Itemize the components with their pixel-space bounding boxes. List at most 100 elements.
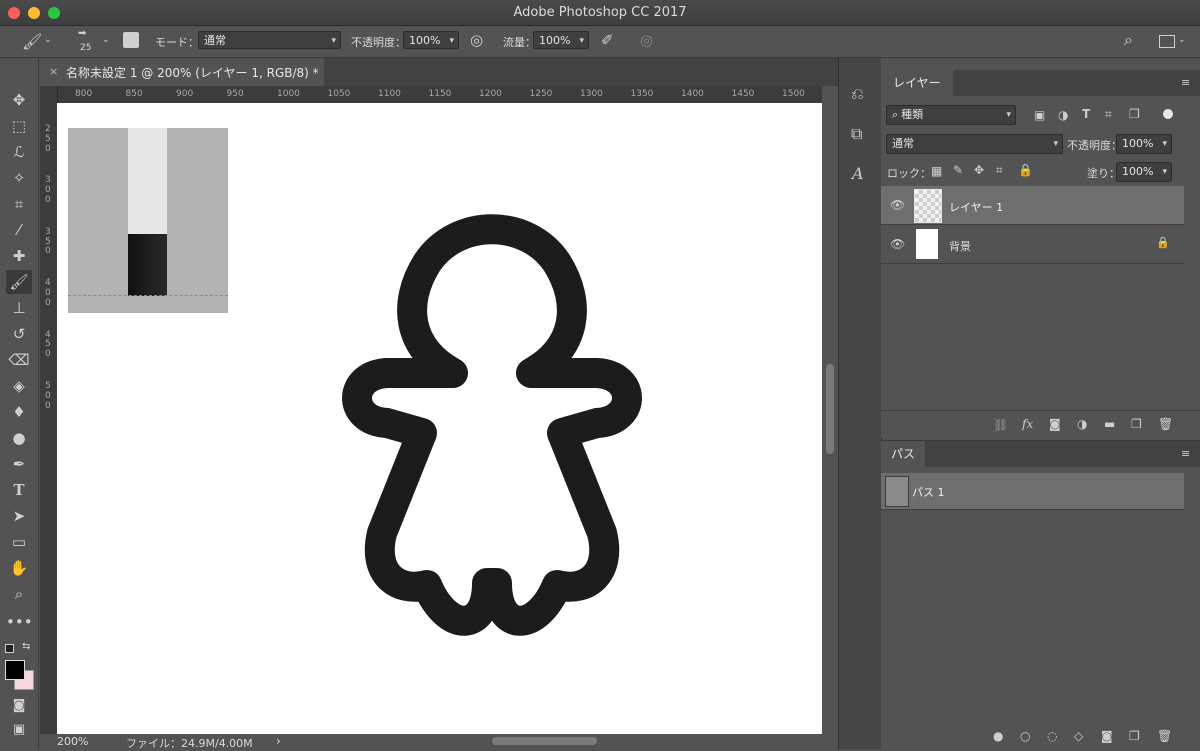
document-tab[interactable]: × 名称未設定 1 @ 200% (レイヤー 1, RGB/8) * bbox=[40, 58, 324, 86]
brush-icon[interactable]: 🖌 bbox=[22, 32, 42, 51]
fill-path-icon[interactable]: ● bbox=[993, 729, 1003, 743]
make-work-path-icon[interactable]: ◇ bbox=[1074, 729, 1083, 743]
lock-icon: 🔒 bbox=[1156, 236, 1170, 249]
filter-pixel-icon[interactable]: ▣ bbox=[1034, 108, 1045, 122]
vertical-ruler[interactable]: 250300350400450500 bbox=[40, 86, 58, 734]
brush-tip-icon[interactable]: ➡ bbox=[78, 28, 86, 39]
fx-icon[interactable]: fx bbox=[1022, 417, 1033, 431]
eraser-tool-icon[interactable]: ⌫ bbox=[6, 348, 32, 372]
panel-menu-icon[interactable]: ≡ bbox=[1181, 76, 1190, 89]
quick-mask-icon[interactable]: ◙ bbox=[6, 694, 32, 718]
path-row[interactable]: パス 1 bbox=[881, 473, 1184, 510]
layer-filter-select[interactable]: ⌕ 種類 ▾ bbox=[886, 105, 1016, 125]
hand-tool-icon[interactable]: ✋ bbox=[6, 556, 32, 580]
stamp-tool-icon[interactable]: ⊥ bbox=[6, 296, 32, 320]
blur-tool-icon[interactable]: ♦ bbox=[6, 400, 32, 424]
load-selection-icon[interactable]: ◌ bbox=[1047, 729, 1057, 743]
workspace-icon[interactable] bbox=[1159, 35, 1175, 48]
horizontal-ruler[interactable]: 800 850 900 950 1000 1050 1100 1150 1200 1250 1300… bbox=[57, 86, 822, 104]
screen-mode-icon[interactable]: ▣ bbox=[6, 718, 32, 742]
vertical-scrollbar[interactable] bbox=[822, 86, 838, 734]
brush-panel-icon[interactable] bbox=[123, 32, 139, 48]
chevron-down-icon[interactable]: ⌄ bbox=[1178, 35, 1186, 45]
new-path-icon[interactable]: ❐ bbox=[1129, 729, 1140, 743]
document-canvas[interactable] bbox=[57, 103, 822, 734]
lock-image-icon[interactable]: ✎ bbox=[953, 163, 963, 177]
lock-position-icon[interactable]: ✥ bbox=[974, 163, 984, 177]
marquee-tool-icon[interactable]: ⬚ bbox=[6, 114, 32, 138]
ruler-tick-label: 1400 bbox=[681, 89, 704, 99]
adjustment-layer-icon[interactable]: ◑ bbox=[1077, 417, 1087, 431]
ruler-tick-label: 950 bbox=[226, 89, 244, 99]
search-icon[interactable]: ⌕ bbox=[1124, 30, 1133, 50]
move-tool-icon[interactable]: ✥ bbox=[6, 88, 32, 112]
default-colors-icon[interactable] bbox=[5, 644, 14, 653]
filter-type-icon[interactable]: T bbox=[1082, 107, 1090, 121]
panel-menu-icon[interactable]: ≡ bbox=[1181, 447, 1190, 460]
horizontal-scroll-thumb[interactable] bbox=[492, 737, 597, 745]
dodge-tool-icon[interactable]: ● bbox=[6, 426, 32, 450]
type-tool-icon[interactable]: T bbox=[6, 478, 32, 502]
mode-select[interactable]: 通常 ▾ bbox=[198, 31, 341, 49]
pen-tool-icon[interactable]: ✒ bbox=[6, 452, 32, 476]
paths-footer: ● ○ ◌ ◇ ◙ ❐ 🗑 bbox=[881, 724, 1200, 750]
filter-shape-icon[interactable]: ⌗ bbox=[1105, 107, 1112, 122]
pressure-opacity-icon[interactable]: ◎ bbox=[470, 31, 483, 49]
eyedropper-tool-icon[interactable]: ⁄ bbox=[6, 218, 32, 242]
swap-colors-icon[interactable]: ⇆ bbox=[22, 641, 30, 652]
paint-bucket-tool-icon[interactable]: ◈ bbox=[6, 374, 32, 398]
zoom-level[interactable]: 200% bbox=[57, 735, 88, 748]
ruler-tick-label: 1450 bbox=[731, 89, 755, 99]
ruler-tick-label: 4 bbox=[45, 278, 51, 289]
more-tools-icon[interactable]: ••• bbox=[6, 610, 33, 634]
flow-input[interactable]: 100% ▾ bbox=[533, 31, 589, 49]
stroke-path-icon[interactable]: ○ bbox=[1020, 729, 1030, 743]
history-brush-tool-icon[interactable]: ↺ bbox=[6, 322, 32, 346]
opacity-label: 不透明度： bbox=[351, 36, 406, 49]
ruler-tick-label: 0 bbox=[45, 185, 51, 196]
lock-all-icon[interactable]: 🔒 bbox=[1018, 163, 1033, 177]
new-group-icon[interactable]: ▬ bbox=[1104, 417, 1115, 431]
history-panel-icon[interactable]: ⎌ bbox=[851, 84, 864, 104]
filter-adjustment-icon[interactable]: ◑ bbox=[1058, 108, 1068, 122]
blend-mode-select[interactable]: 通常 ▾ bbox=[886, 134, 1063, 154]
add-mask-icon[interactable]: ◙ bbox=[1049, 417, 1061, 431]
eye-icon[interactable]: 👁 bbox=[890, 198, 905, 212]
healing-brush-tool-icon[interactable]: ✚ bbox=[6, 244, 32, 268]
chevron-down-icon[interactable]: ⌄ bbox=[44, 35, 52, 45]
adjustments-panel-icon[interactable]: ⧉ bbox=[851, 124, 862, 144]
tab-paths[interactable]: パス bbox=[881, 441, 926, 467]
trash-icon[interactable]: 🗑 bbox=[1158, 417, 1173, 431]
airbrush-icon[interactable]: ✐ bbox=[601, 31, 614, 49]
rectangle-tool-icon[interactable]: ▭ bbox=[6, 530, 32, 554]
filter-smart-object-icon[interactable]: ❐ bbox=[1129, 107, 1140, 121]
lasso-tool-icon[interactable]: ℒ bbox=[6, 140, 32, 164]
status-menu-arrow[interactable]: › bbox=[276, 734, 281, 748]
lock-artboard-icon[interactable]: ⌗ bbox=[996, 163, 1003, 178]
path-select-tool-icon[interactable]: ➤ bbox=[6, 504, 32, 528]
ruler-tick-label: 850 bbox=[125, 89, 143, 99]
layer-row[interactable]: 👁 背景 🔒 bbox=[881, 225, 1184, 264]
fill-input[interactable]: 100% ▾ bbox=[1116, 162, 1172, 182]
character-panel-icon[interactable]: A bbox=[852, 164, 864, 183]
link-layers-icon[interactable]: ⛓ bbox=[993, 418, 1008, 432]
pressure-size-icon[interactable]: ◎ bbox=[640, 31, 653, 49]
layer-opacity-input[interactable]: 100% ▾ bbox=[1116, 134, 1172, 154]
lock-transparent-icon[interactable]: ▦ bbox=[931, 164, 942, 178]
close-tab-icon[interactable]: × bbox=[49, 65, 58, 78]
brush-tool-icon[interactable]: 🖌 bbox=[6, 270, 32, 294]
eye-icon[interactable]: 👁 bbox=[890, 237, 905, 251]
opacity-input[interactable]: 100% ▾ bbox=[403, 31, 459, 49]
vertical-scroll-thumb[interactable] bbox=[826, 364, 834, 454]
add-mask-icon[interactable]: ◙ bbox=[1101, 729, 1113, 743]
new-layer-icon[interactable]: ❐ bbox=[1131, 417, 1142, 431]
chevron-down-icon[interactable]: ⌄ bbox=[102, 35, 110, 45]
filter-toggle-icon[interactable] bbox=[1163, 109, 1173, 119]
trash-icon[interactable]: 🗑 bbox=[1157, 729, 1172, 743]
zoom-tool-icon[interactable]: ⌕ bbox=[6, 582, 32, 606]
quick-select-tool-icon[interactable]: ✧ bbox=[6, 166, 32, 190]
layer-row[interactable]: 👁 レイヤー 1 bbox=[881, 186, 1184, 225]
foreground-color-swatch[interactable] bbox=[5, 660, 25, 680]
tab-layers[interactable]: レイヤー bbox=[881, 70, 953, 96]
crop-tool-icon[interactable]: ⌗ bbox=[6, 192, 32, 216]
